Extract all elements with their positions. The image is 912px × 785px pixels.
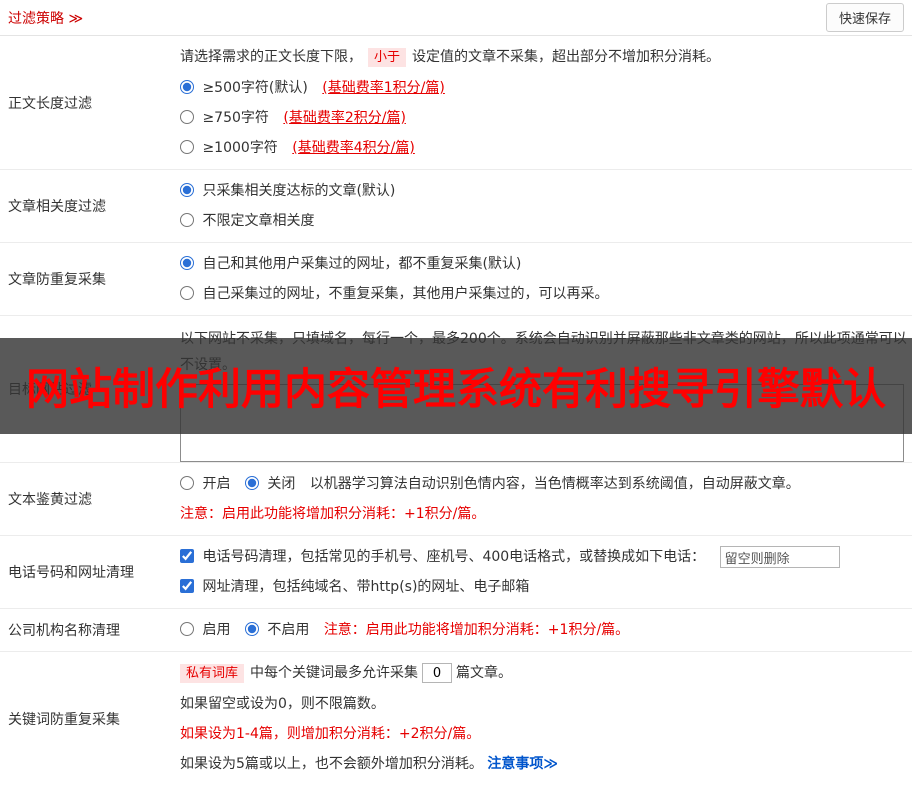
keyword-line4: 如果设为5篇或以上，也不会额外增加积分消耗。 — [180, 756, 483, 772]
row-label: 文章防重复采集 — [8, 272, 106, 288]
length-option-1000: ≥1000字符 (基础费率4积分/篇) — [180, 133, 904, 163]
header-bar: 过滤策略 ≫ 快速保存 — [0, 0, 912, 36]
radio-label: 不限定文章相关度 — [202, 213, 315, 229]
radio-porn-on[interactable]: 开启 — [180, 476, 235, 492]
length-option-500: ≥500字符(默认) (基础费率1积分/篇) — [180, 73, 904, 103]
row-body-length-filter: 正文长度过滤 请选择需求的正文长度下限， 小于 设定值的文章不采集，超出部分不增加积… — [0, 36, 912, 170]
watermark-overlay: 网站制作利用内容管理系统有利搜寻引擎默认 — [0, 338, 912, 434]
radio-dedupe-all-users-input[interactable] — [180, 256, 194, 270]
length-1000-fee-note: (基础费率4积分/篇) — [292, 140, 415, 156]
radio-company-on[interactable]: 启用 — [180, 622, 235, 638]
quick-save-button[interactable]: 快速保存 — [825, 3, 904, 32]
radio-company-off[interactable]: 不启用 — [244, 622, 314, 638]
row-porn-filter: 文本鉴黄过滤 开启 关闭 以机器学习算法自动识别色情内容，当色情概率达到系统阈值… — [0, 463, 912, 536]
length-desc-post: 设定值的文章不采集，超出部分不增加积分消耗。 — [412, 49, 721, 65]
keyword-line1-post: 篇文章。 — [456, 665, 513, 681]
radio-relevance-strict[interactable]: 只采集相关度达标的文章(默认) — [180, 183, 395, 199]
row-label: 关键词防重复采集 — [8, 711, 120, 728]
radio-label: ≥1000字符 — [202, 140, 278, 156]
checkbox-label: 电话号码清理，包括常见的手机号、座机号、400电话格式，或替换成如下电话： — [202, 549, 706, 565]
radio-dedupe-all-users[interactable]: 自己和其他用户采集过的网址，都不重复采集(默认) — [180, 256, 521, 272]
radio-length-1000-input[interactable] — [180, 140, 194, 154]
radio-label: 不启用 — [267, 622, 310, 638]
radio-length-500-input[interactable] — [180, 80, 194, 94]
notes-link[interactable]: 注意事项≫ — [487, 756, 558, 772]
length-option-750: ≥750字符 (基础费率2积分/篇) — [180, 103, 904, 133]
company-cost-note: 注意：启用此功能将增加积分消耗：+1积分/篇。 — [323, 622, 630, 638]
porn-description: 以机器学习算法自动识别色情内容，当色情概率达到系统阈值，自动屏蔽文章。 — [309, 476, 800, 492]
private-lexicon-highlight: 私有词库 — [180, 664, 245, 683]
row-label: 文本鉴黄过滤 — [8, 492, 92, 508]
radio-length-750-input[interactable] — [180, 110, 194, 124]
radio-label: 自己和其他用户采集过的网址，都不重复采集(默认) — [202, 256, 522, 272]
less-than-highlight: 小于 — [368, 48, 407, 67]
row-relevance-filter: 文章相关度过滤 只采集相关度达标的文章(默认) 不限定文章相关度 — [0, 170, 912, 243]
radio-relevance-any-input[interactable] — [180, 213, 194, 227]
radio-label: ≥500字符(默认) — [202, 80, 308, 96]
replacement-phone-input[interactable] — [719, 546, 840, 568]
radio-porn-on-input[interactable] — [180, 476, 194, 490]
radio-relevance-any[interactable]: 不限定文章相关度 — [180, 213, 314, 229]
radio-relevance-strict-input[interactable] — [180, 183, 194, 197]
radio-length-500[interactable]: ≥500字符(默认) — [180, 80, 312, 96]
radio-label: ≥750字符 — [202, 110, 269, 126]
keyword-line1-mid: 中每个关键词最多允许采集 — [250, 665, 419, 681]
porn-cost-note: 注意：启用此功能将增加积分消耗：+1积分/篇。 — [180, 506, 486, 522]
radio-length-1000[interactable]: ≥1000字符 — [180, 140, 282, 156]
radio-company-off-input[interactable] — [244, 622, 259, 636]
row-company-name-clean: 公司机构名称清理 启用 不启用 注意：启用此功能将增加积分消耗：+1积分/篇。 — [0, 609, 912, 652]
length-desc-pre: 请选择需求的正文长度下限， — [180, 49, 362, 65]
keyword-line2: 如果留空或设为0，则不限篇数。 — [180, 696, 385, 712]
length-750-fee-note: (基础费率2积分/篇) — [283, 110, 406, 126]
watermark-text: 网站制作利用内容管理系统有利搜寻引擎默认 — [26, 365, 886, 415]
radio-length-750[interactable]: ≥750字符 — [180, 110, 273, 126]
radio-company-on-input[interactable] — [180, 622, 194, 636]
radio-label: 关闭 — [267, 476, 296, 492]
length-description: 请选择需求的正文长度下限， 小于 设定值的文章不采集，超出部分不增加积分消耗。 — [180, 42, 904, 73]
keyword-max-count-input[interactable] — [422, 663, 453, 683]
row-phone-url-clean: 电话号码和网址清理 电话号码清理，包括常见的手机号、座机号、400电话格式，或替… — [0, 536, 912, 609]
radio-porn-off[interactable]: 关闭 — [244, 476, 300, 492]
row-keyword-dedupe: 关键词防重复采集 私有词库中每个关键词最多允许采集 篇文章。 如果留空或设为0，则… — [0, 652, 912, 785]
keyword-cost-note: 如果设为1-4篇，则增加积分消耗：+2积分/篇。 — [180, 726, 481, 742]
radio-dedupe-self-only-input[interactable] — [180, 286, 194, 300]
row-label: 正文长度过滤 — [8, 95, 92, 112]
row-label: 电话号码和网址清理 — [8, 565, 134, 581]
row-label: 公司机构名称清理 — [8, 623, 120, 639]
radio-label: 只采集相关度达标的文章(默认) — [202, 183, 396, 199]
row-dedupe-collect: 文章防重复采集 自己和其他用户采集过的网址，都不重复采集(默认) 自己采集过的网… — [0, 243, 912, 316]
page-title[interactable]: 过滤策略 ≫ — [8, 8, 83, 28]
radio-label: 开启 — [202, 476, 231, 492]
checkbox-label: 网址清理，包括纯域名、带http(s)的网址、电子邮箱 — [202, 579, 530, 595]
radio-porn-off-input[interactable] — [244, 476, 259, 490]
length-500-fee-note: (基础费率1积分/篇) — [322, 80, 445, 96]
checkbox-phone-clean[interactable]: 电话号码清理，包括常见的手机号、座机号、400电话格式，或替换成如下电话： — [180, 549, 710, 565]
radio-label: 启用 — [202, 622, 231, 638]
checkbox-phone-clean-input[interactable] — [180, 549, 194, 563]
row-label: 文章相关度过滤 — [8, 199, 106, 215]
radio-dedupe-self-only[interactable]: 自己采集过的网址，不重复采集，其他用户采集过的，可以再采。 — [180, 286, 608, 302]
radio-label: 自己采集过的网址，不重复采集，其他用户采集过的，可以再采。 — [202, 286, 609, 302]
checkbox-url-clean-input[interactable] — [180, 579, 194, 593]
checkbox-url-clean[interactable]: 网址清理，包括纯域名、带http(s)的网址、电子邮箱 — [180, 579, 529, 595]
